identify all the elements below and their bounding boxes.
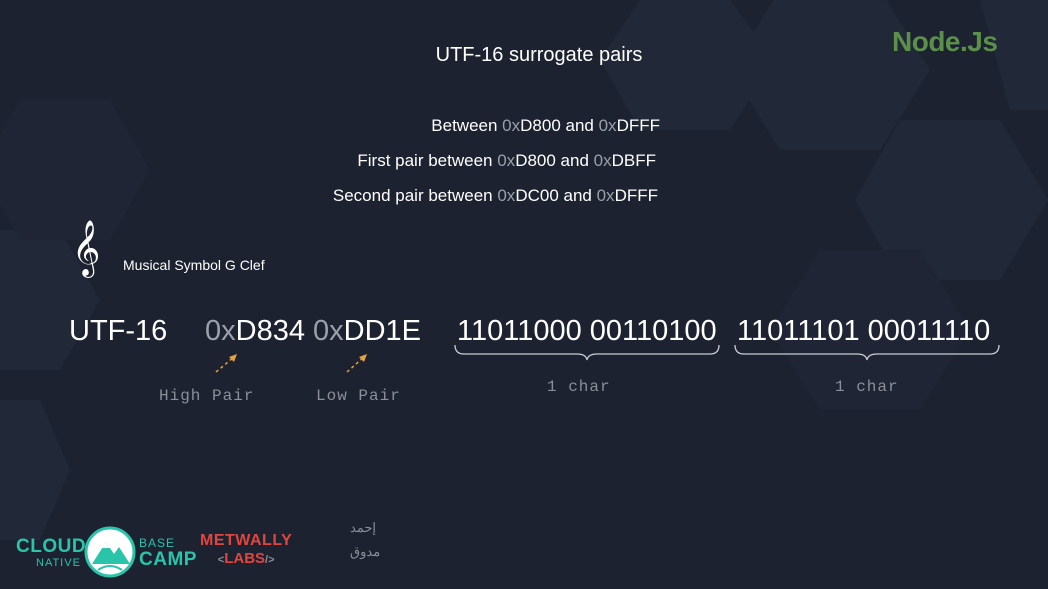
low-pair-arrowhead [359,354,367,362]
metwally-labs-logo: METWALLY <LABS/> [200,532,293,567]
low-bits-brace [734,344,1000,361]
arabic-signature-logo: إحمد مدوق [350,520,381,559]
high-pair-caption: High Pair [159,387,255,405]
low-pair-caption: Low Pair [316,387,401,405]
cloud-native-basecamp-logo: CLOUD NATIVE BASE CAMP [16,526,196,582]
char-caption: 1 char [835,378,899,396]
char-caption: 1 char [547,378,611,396]
annotation-overlay [215,344,1000,373]
high-bits-brace [454,344,720,361]
mountain-icon [84,526,136,578]
